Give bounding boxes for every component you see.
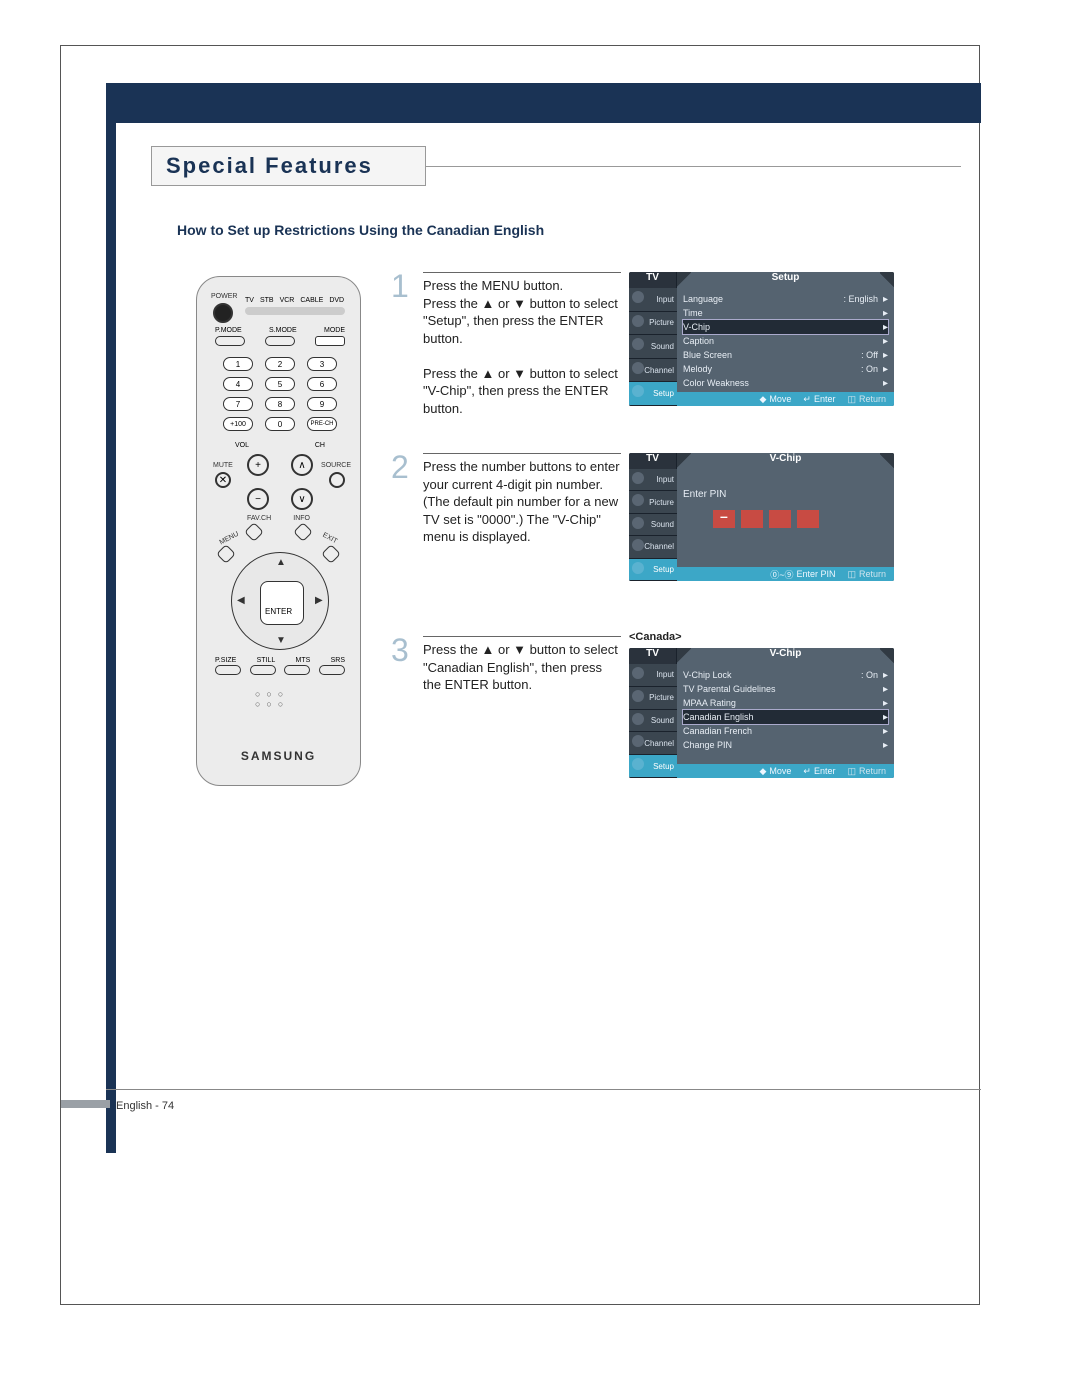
mute-button: ✕ <box>215 472 231 488</box>
osd-content: V-Chip Lock: On▸TV Parental Guidelines▸M… <box>677 664 894 778</box>
osd-menu-row: Caption▸ <box>683 334 888 348</box>
decorative-dots: ○○○○○○ <box>255 689 289 709</box>
vol-up: + <box>247 454 269 476</box>
osd-menu-row: MPAA Rating▸ <box>683 696 888 710</box>
osd-sidemenu: Input Picture Sound Channel Setup <box>629 664 677 778</box>
osd-vchip-pin: TV V-Chip Input Picture Sound Channel Se… <box>629 453 894 581</box>
chapter-title-box: Special Features <box>151 146 426 186</box>
step-1: 1 Press the MENU button. Press the ▲ or … <box>391 272 621 417</box>
vol-down: − <box>247 488 269 510</box>
return-icon: ◫ <box>847 394 856 405</box>
osd-tv-label: TV <box>629 272 677 288</box>
top-banner <box>111 83 981 123</box>
chapter-title: Special Features <box>166 153 373 179</box>
osd-footer: ◆Move ↵Enter ◫Return <box>677 764 894 778</box>
osd-footer: ⓪~⑨Enter PIN ◫Return <box>677 567 894 581</box>
enter-pin-label: Enter PIN <box>683 489 888 500</box>
return-icon: ◫ <box>847 569 856 580</box>
osd-menu-row: V-Chip▸ <box>683 320 888 334</box>
step-number: 2 <box>391 449 409 486</box>
pin-digit-4 <box>797 510 819 528</box>
osd-menu-row: Canadian French▸ <box>683 724 888 738</box>
source-button <box>329 472 345 488</box>
osd-tv-label: TV <box>629 453 677 469</box>
osd-setup: TV Setup Input Picture Sound Channel Set… <box>629 272 894 406</box>
up-arrow-icon: ▲ <box>276 557 286 568</box>
step-text: Press the number buttons to enter your c… <box>423 458 621 546</box>
osd-content: Language: English▸Time▸V-Chip▸Caption▸Bl… <box>677 288 894 406</box>
pin-digit-3 <box>769 510 791 528</box>
exit-button <box>321 544 341 564</box>
power-button <box>213 303 233 323</box>
enter-icon: ↵ <box>803 766 811 777</box>
osd-title: Setup <box>691 272 880 288</box>
source-labels: TV STB VCR CABLE DVD <box>245 297 344 304</box>
mode-buttons <box>215 336 345 346</box>
step-3: 3 Press the ▲ or ▼ button to select "Can… <box>391 636 621 694</box>
pin-entry-row <box>713 510 888 528</box>
pin-digit-2 <box>741 510 763 528</box>
move-icon: ◆ <box>759 394 766 405</box>
section-title: How to Set up Restrictions Using the Can… <box>177 222 544 238</box>
step-text: Press the ▲ or ▼ button to select "Canad… <box>423 641 621 694</box>
osd-vchip-menu: TV V-Chip Input Picture Sound Channel Se… <box>629 648 894 778</box>
enter-icon: ↵ <box>803 394 811 405</box>
canada-tag: <Canada> <box>629 631 682 643</box>
step-number: 1 <box>391 268 409 305</box>
osd-content: Enter PIN ⓪~⑨Enter PIN ◫Return <box>677 469 894 581</box>
osd-menu-row: Change PIN▸ <box>683 738 888 752</box>
enter-label: ENTER <box>265 607 292 616</box>
numpad-icon: ⓪~⑨ <box>770 568 793 581</box>
move-icon: ◆ <box>759 766 766 777</box>
osd-menu-row: Blue Screen: Off▸ <box>683 348 888 362</box>
osd-tv-label: TV <box>629 648 677 664</box>
vol-ch-labels: VOL CH <box>215 442 345 449</box>
osd-sidemenu: Input Picture Sound Channel Setup <box>629 469 677 581</box>
number-pad: 123 456 789 +1000PRE-CH <box>215 357 345 431</box>
bottom-buttons <box>215 665 345 675</box>
footer-divider <box>106 1089 981 1090</box>
ch-down: ∨ <box>291 488 313 510</box>
osd-sidemenu: Input Picture Sound Channel Setup <box>629 288 677 406</box>
left-arrow-icon: ◀ <box>237 595 245 606</box>
title-divider <box>426 166 961 167</box>
right-arrow-icon: ▶ <box>315 595 323 606</box>
pin-digit-1 <box>713 510 735 528</box>
footer-bar <box>61 1100 110 1108</box>
manual-page: Special Features How to Set up Restricti… <box>60 45 980 1305</box>
osd-menu-row: Color Weakness▸ <box>683 376 888 390</box>
osd-menu-row: V-Chip Lock: On▸ <box>683 668 888 682</box>
return-icon: ◫ <box>847 766 856 777</box>
osd-title: V-Chip <box>691 453 880 469</box>
side-banner <box>106 123 116 1153</box>
osd-footer: ◆Move ↵Enter ◫Return <box>677 392 894 406</box>
step-number: 3 <box>391 632 409 669</box>
remote-control-illustration: POWER TV STB VCR CABLE DVD P.MODE S.MODE… <box>196 276 361 786</box>
osd-menu-row: Canadian English▸ <box>683 710 888 724</box>
menu-button <box>216 544 236 564</box>
osd-menu-row: TV Parental Guidelines▸ <box>683 682 888 696</box>
remote-brand: SAMSUNG <box>197 749 360 763</box>
down-arrow-icon: ▼ <box>276 635 286 646</box>
step-text: Press the MENU button. Press the ▲ or ▼ … <box>423 277 621 417</box>
power-label: POWER <box>211 293 237 300</box>
osd-menu-row: Time▸ <box>683 306 888 320</box>
source-selector <box>245 307 345 315</box>
ch-up: ∧ <box>291 454 313 476</box>
osd-title: V-Chip <box>691 648 880 664</box>
mid-cluster: MUTE SOURCE ✕ + − ∧ ∨ <box>215 452 345 532</box>
page-number: English - 74 <box>116 1100 174 1112</box>
step-2: 2 Press the number buttons to enter your… <box>391 453 621 546</box>
bottom-labels: P.SIZE STILL MTS SRS <box>215 657 345 664</box>
mode-labels: P.MODE S.MODE MODE <box>215 327 345 334</box>
osd-menu-row: Language: English▸ <box>683 292 888 306</box>
osd-menu-row: Melody: On▸ <box>683 362 888 376</box>
